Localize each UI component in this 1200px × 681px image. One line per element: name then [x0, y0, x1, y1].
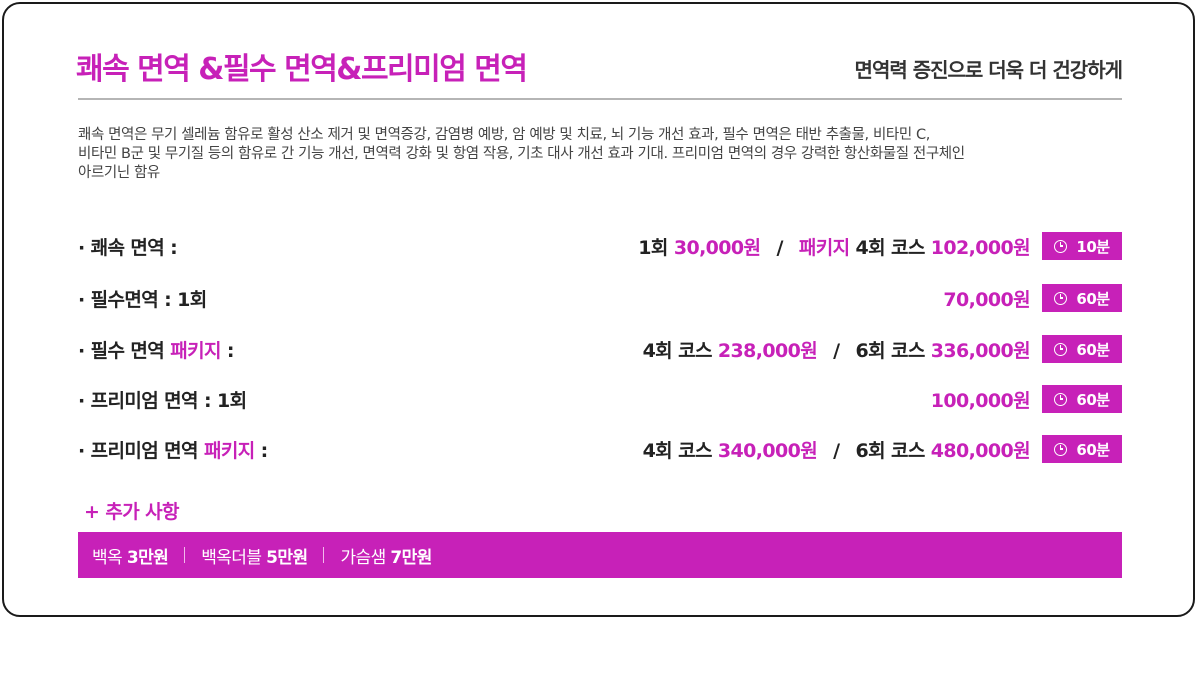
extras-bar: 백옥 3만원 백옥더블 5만원 가슴샘 7만원: [78, 532, 1122, 578]
left-price: 238,000원: [717, 340, 818, 362]
clock-icon: [1054, 392, 1068, 406]
extra-item: 백옥더블 5만원: [201, 543, 308, 568]
duration-badge: 60분: [1042, 385, 1122, 413]
extra-item: 가슴샘 7만원: [340, 543, 432, 568]
extra-item-name: 백옥: [92, 547, 127, 568]
price-row-premium-immunity: · 프리미엄 면역 : 1회 100,000원 60분: [78, 383, 1122, 413]
description: 쾌속 면역은 무기 셀레늄 함유로 활성 산소 제거 및 면역증강, 감염병 예…: [78, 126, 1138, 183]
left-quantity: 4회 코스: [642, 440, 713, 462]
extras-divider: [323, 547, 325, 563]
duration-text: 60분: [1076, 390, 1110, 409]
clock-icon: [1054, 342, 1068, 356]
price-values: 4회 코스 238,000원 / 6회 코스 336,000원: [642, 336, 1031, 363]
header-divider: [78, 98, 1122, 100]
right-quantity: 4회 코스: [855, 237, 925, 259]
price-row-premium-package: · 프리미엄 면역 패키지 : 4회 코스 340,000원 / 6회 코스 4…: [78, 433, 1122, 463]
right-price: 336,000원: [930, 340, 1031, 362]
price-separator: /: [776, 237, 783, 259]
price-label-text: · 필수 면역: [78, 340, 171, 362]
price-row-essential-immunity: · 필수면역 : 1회 70,000원 60분: [78, 282, 1122, 312]
price-label-package: 패키지: [170, 340, 221, 362]
clock-icon: [1054, 239, 1068, 253]
extra-item-price: 5만원: [266, 547, 308, 568]
price-label-text: · 프리미엄 면역 : 1회: [78, 390, 247, 412]
duration-text: 10분: [1076, 237, 1110, 256]
clock-icon: [1054, 291, 1068, 305]
duration-text: 60분: [1076, 440, 1110, 459]
price-separator: /: [833, 340, 840, 362]
right-price: 100,000원: [930, 390, 1031, 412]
duration-badge: 60분: [1042, 284, 1122, 312]
extras-divider: [184, 547, 186, 563]
price-label-tail: :: [254, 440, 269, 462]
price-label-text: · 필수면역 : 1회: [78, 289, 207, 311]
left-price: 30,000원: [673, 237, 761, 259]
right-quantity: 6회 코스: [855, 440, 925, 462]
price-values: 100,000원: [930, 386, 1031, 413]
left-quantity: 4회 코스: [642, 340, 713, 362]
price-label-text: · 프리미엄 면역: [78, 440, 204, 462]
extra-item-price: 3만원: [126, 547, 169, 568]
price-row-label: · 프리미엄 면역 : 1회: [78, 386, 247, 413]
price-label-package: 패키지: [203, 440, 255, 462]
price-row-label: · 필수면역 : 1회: [78, 285, 207, 312]
description-line: 쾌속 면역은 무기 셀레늄 함유로 활성 산소 제거 및 면역증강, 감염병 예…: [78, 127, 930, 143]
price-row-essential-package: · 필수 면역 패키지 : 4회 코스 238,000원 / 6회 코스 336…: [78, 333, 1122, 363]
price-values: 70,000원: [943, 285, 1030, 312]
extra-item-name: 가슴샘: [340, 547, 391, 568]
page-title: 쾌속 면역 &필수 면역&프리미엄 면역: [76, 52, 528, 87]
right-price: 70,000원: [943, 289, 1030, 311]
clock-icon: [1054, 442, 1068, 456]
extra-item-price: 7만원: [390, 547, 432, 568]
extras-title: + 추가 사항: [84, 501, 179, 523]
extra-item: 백옥 3만원: [92, 543, 169, 568]
extra-item-name: 백옥더블: [201, 547, 267, 568]
left-price: 340,000원: [717, 440, 818, 462]
left-quantity: 1회: [638, 237, 668, 259]
right-quantity: 6회 코스: [855, 340, 925, 362]
price-separator: /: [833, 440, 840, 462]
duration-badge: 10분: [1042, 232, 1122, 260]
description-line: 비타민 B군 및 무기질 등의 함유로 간 기능 개선, 면역력 강화 및 항염…: [78, 146, 965, 162]
price-values: 4회 코스 340,000원 / 6회 코스 480,000원: [642, 436, 1031, 463]
price-values: 1회 30,000원 / 패키지 4회 코스 102,000원: [638, 233, 1030, 260]
duration-text: 60분: [1076, 340, 1110, 359]
price-row-label: · 프리미엄 면역 패키지 :: [78, 436, 268, 463]
duration-badge: 60분: [1042, 335, 1122, 363]
price-row-rapid-immunity: · 쾌속 면역 : 1회 30,000원 / 패키지 4회 코스 102,000…: [78, 230, 1122, 260]
price-label-tail: :: [220, 340, 235, 362]
right-price: 480,000원: [930, 440, 1031, 462]
package-prefix: 패키지: [798, 237, 850, 259]
duration-badge: 60분: [1042, 435, 1122, 463]
right-price: 102,000원: [930, 237, 1031, 259]
duration-text: 60분: [1076, 289, 1110, 308]
price-row-label: · 필수 면역 패키지 :: [78, 336, 234, 363]
price-row-label: · 쾌속 면역 :: [78, 233, 178, 260]
price-label-text: · 쾌속 면역 :: [78, 237, 178, 259]
page-subtitle: 면역력 증진으로 더욱 더 건강하게: [854, 58, 1123, 82]
description-line: 아르기닌 함유: [78, 165, 160, 181]
